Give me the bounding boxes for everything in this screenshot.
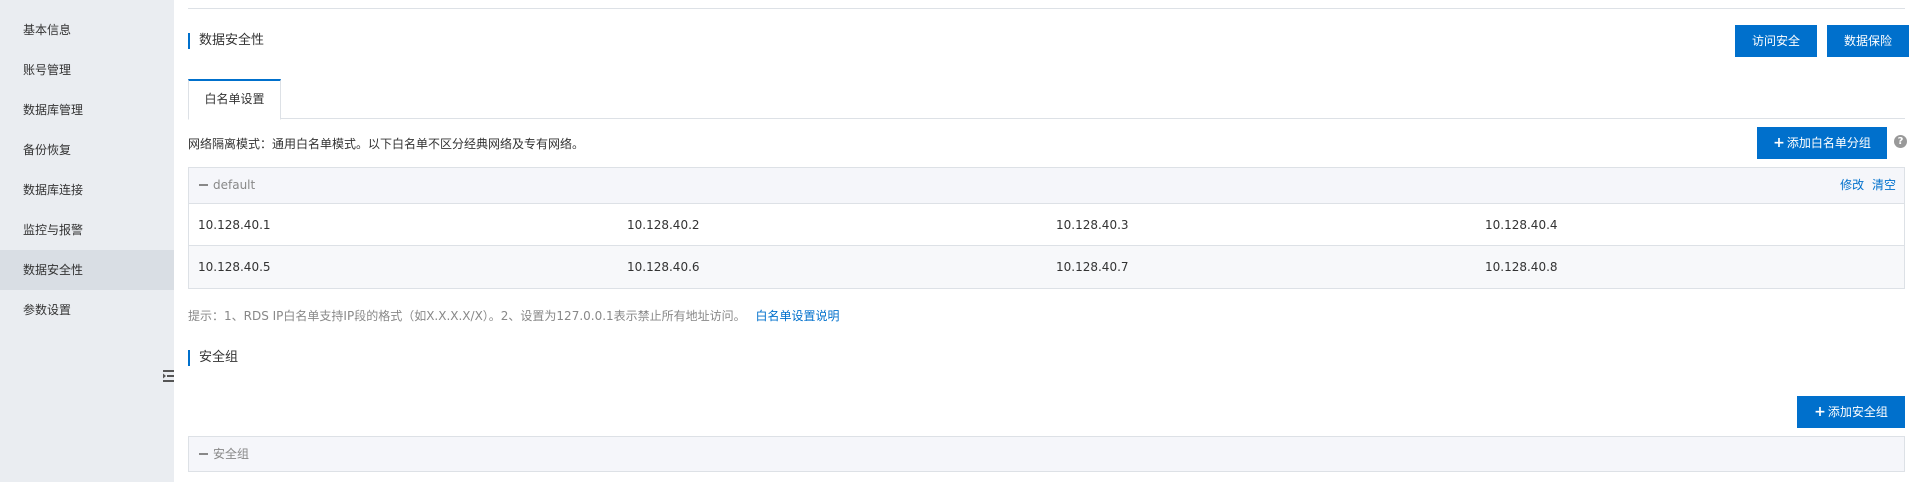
security-group-panel: 安全组 [188,436,1905,472]
ip-address: 10.128.40.1 [198,218,271,232]
clear-link[interactable]: 清空 [1872,178,1896,192]
plus-icon: + [1773,135,1785,151]
ip-address: 10.128.40.8 [1485,260,1558,274]
tab-whitelist-settings[interactable]: 白名单设置 [188,79,281,120]
add-security-group-button[interactable]: + 添加安全组 [1797,396,1905,428]
collapse-minus-icon[interactable] [199,183,208,186]
sidebar-nav: 基本信息 账号管理 数据库管理 备份恢复 数据库连接 监控与报警 数据安全性 参… [0,0,174,330]
table-row: 10.128.40.5 10.128.40.6 10.128.40.7 10.1… [189,246,1904,288]
sidebar-item-database-management[interactable]: 数据库管理 [0,90,174,130]
group-name-label: default [213,178,256,192]
add-security-group-label: 添加安全组 [1827,405,1888,419]
whitelist-group: default 修改 清空 10.128.40.1 10.128.40.2 10… [188,167,1905,289]
edit-link[interactable]: 修改 [1840,178,1864,192]
network-mode-text: 网络隔离模式：通用白名单模式。以下白名单不区分经典网络及专有网络。 [188,137,585,151]
ip-address: 10.128.40.4 [1485,218,1558,232]
ip-address: 10.128.40.3 [1056,218,1129,232]
sidebar-item-data-security[interactable]: 数据安全性 [0,250,174,290]
collapse-sidebar-icon[interactable] [163,369,174,383]
ip-address: 10.128.40.5 [198,260,271,274]
add-whitelist-group-button[interactable]: + 添加白名单分组 [1757,127,1887,159]
whitelist-help-link[interactable]: 白名单设置说明 [756,309,840,323]
tab-bar: 白名单设置 [188,79,1905,120]
sidebar-item-account-management[interactable]: 账号管理 [0,50,174,90]
data-protection-button[interactable]: 数据保险 [1827,25,1909,57]
table-row: 10.128.40.1 10.128.40.2 10.128.40.3 10.1… [189,204,1904,246]
main-content: 数据安全性 访问安全 数据保险 白名单设置 网络隔离模式：通用白名单模式。以下白… [188,0,1910,482]
divider [188,8,1905,9]
plus-icon: + [1814,404,1826,420]
sidebar-item-parameter-settings[interactable]: 参数设置 [0,290,174,330]
sidebar: 基本信息 账号管理 数据库管理 备份恢复 数据库连接 监控与报警 数据安全性 参… [0,0,174,482]
collapse-minus-icon[interactable] [199,452,208,455]
access-security-button[interactable]: 访问安全 [1735,25,1817,57]
page-title: 数据安全性 [188,33,264,49]
group-actions: 修改 清空 [1840,168,1896,203]
help-icon[interactable]: ? [1894,135,1907,148]
ip-address: 10.128.40.6 [627,260,700,274]
add-whitelist-group-label: 添加白名单分组 [1786,136,1871,150]
hint-text: 提示：1、RDS IP白名单支持IP段的格式（如X.X.X.X/X）。2、设置为… [188,309,746,323]
group-name[interactable]: default [199,168,255,203]
sidebar-item-backup-restore[interactable]: 备份恢复 [0,130,174,170]
ip-address: 10.128.40.7 [1056,260,1129,274]
security-group-title: 安全组 [188,350,238,366]
security-group-name[interactable]: 安全组 [199,437,249,472]
sidebar-item-database-connection[interactable]: 数据库连接 [0,170,174,210]
security-group-name-label: 安全组 [213,447,250,461]
group-header: default 修改 清空 [189,168,1904,204]
ip-address: 10.128.40.2 [627,218,700,232]
whitelist-hint: 提示：1、RDS IP白名单支持IP段的格式（如X.X.X.X/X）。2、设置为… [188,308,840,324]
sidebar-item-basic-info[interactable]: 基本信息 [0,10,174,50]
sidebar-item-monitoring-alerts[interactable]: 监控与报警 [0,210,174,250]
